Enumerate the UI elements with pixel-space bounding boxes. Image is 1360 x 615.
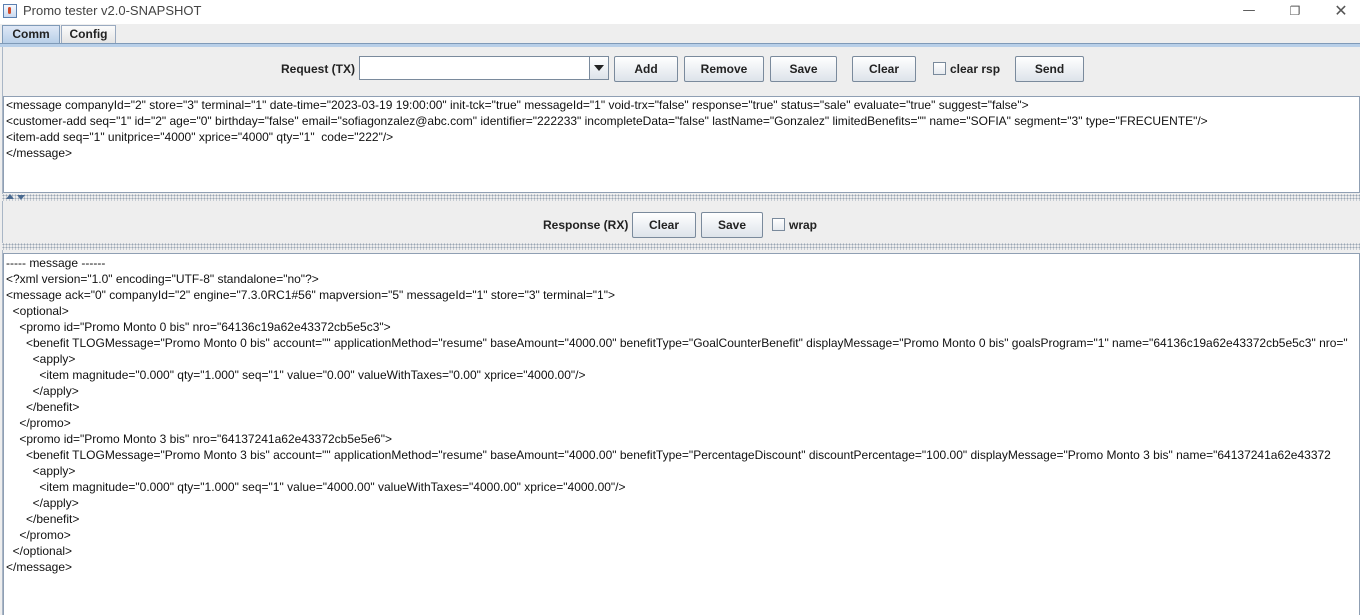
remove-button[interactable]: Remove: [684, 56, 764, 82]
close-button[interactable]: ✕: [1318, 0, 1360, 24]
chevron-up-icon[interactable]: [6, 194, 14, 199]
tab-comm[interactable]: Comm: [2, 25, 60, 43]
app-window: Promo tester v2.0-SNAPSHOT — ❐ ✕ Comm Co…: [0, 0, 1360, 615]
split-divider-lower[interactable]: [2, 243, 1360, 250]
add-button[interactable]: Add: [614, 56, 678, 82]
wrap-checkbox[interactable]: [772, 218, 785, 231]
response-line: <optional>: [6, 304, 69, 318]
title-bar[interactable]: Promo tester v2.0-SNAPSHOT — ❐ ✕: [0, 0, 1360, 24]
response-line: <apply>: [6, 464, 76, 478]
response-line: <message ack="0" companyId="2" engine="7…: [6, 288, 615, 302]
response-line: <benefit TLOGMessage="Promo Monto 0 bis"…: [6, 336, 1348, 350]
request-line: <message companyId="2" store="3" termina…: [6, 98, 1029, 112]
response-line: </benefit>: [6, 512, 80, 526]
response-clear-button[interactable]: Clear: [632, 212, 696, 238]
response-line: <item magnitude="0.000" qty="1.000" seq=…: [6, 480, 626, 494]
maximize-button[interactable]: ❐: [1272, 0, 1318, 24]
request-line: </message>: [6, 146, 73, 160]
response-label: Response (RX): [543, 218, 629, 232]
clear-rsp-checkbox[interactable]: [933, 62, 946, 75]
response-textarea[interactable]: ----- message ------ <?xml version="1.0"…: [3, 253, 1360, 615]
response-line: </message>: [6, 560, 73, 574]
request-clear-button[interactable]: Clear: [852, 56, 916, 82]
window-title: Promo tester v2.0-SNAPSHOT: [23, 3, 202, 18]
request-textarea[interactable]: <message companyId="2" store="3" termina…: [3, 96, 1360, 193]
response-line: </benefit>: [6, 400, 80, 414]
response-line: <?xml version="1.0" encoding="UTF-8" sta…: [6, 272, 319, 286]
response-line: </apply>: [6, 384, 79, 398]
minimize-button[interactable]: —: [1226, 0, 1272, 24]
chevron-down-icon[interactable]: [17, 195, 25, 200]
java-app-icon: [3, 4, 17, 18]
request-line: <item-add seq="1" unitprice="4000" xpric…: [6, 130, 394, 144]
split-arrows[interactable]: [6, 194, 30, 201]
request-save-button[interactable]: Save: [770, 56, 837, 82]
response-save-button[interactable]: Save: [701, 212, 763, 238]
split-divider[interactable]: [2, 194, 1360, 201]
response-line: <apply>: [6, 352, 76, 366]
response-line: <item magnitude="0.000" qty="1.000" seq=…: [6, 368, 586, 382]
response-line: ----- message ------: [6, 256, 106, 270]
tab-bar: Comm Config: [0, 24, 1360, 44]
response-line: <benefit TLOGMessage="Promo Monto 3 bis"…: [6, 448, 1331, 462]
response-line: </promo>: [6, 528, 71, 542]
wrap-label: wrap: [789, 218, 818, 232]
send-button[interactable]: Send: [1015, 56, 1084, 82]
response-line: </apply>: [6, 496, 79, 510]
chevron-down-icon[interactable]: [589, 56, 609, 80]
request-line: <customer-add seq="1" id="2" age="0" bir…: [6, 114, 1208, 128]
request-label: Request (TX): [281, 62, 356, 76]
response-line: <promo id="Promo Monto 0 bis" nro="64136…: [6, 320, 391, 334]
tab-config[interactable]: Config: [61, 25, 116, 43]
response-line: </optional>: [6, 544, 73, 558]
response-line: <promo id="Promo Monto 3 bis" nro="64137…: [6, 432, 392, 446]
clear-rsp-label: clear rsp: [950, 62, 1001, 76]
response-line: </promo>: [6, 416, 71, 430]
request-combo[interactable]: [359, 56, 590, 80]
